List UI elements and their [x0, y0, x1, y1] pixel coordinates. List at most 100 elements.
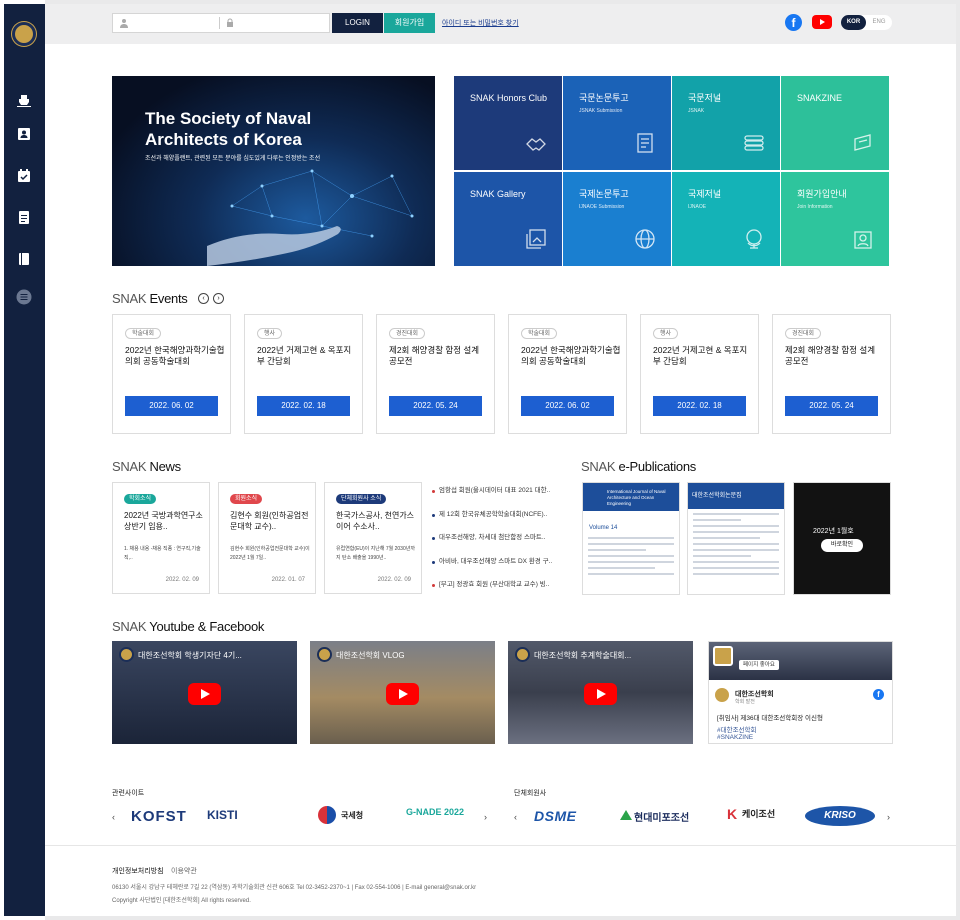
- tile-honors-club[interactable]: SNAK Honors Club: [454, 76, 562, 170]
- event-title: 2022년 한국해양과학기술협의회 공동학술대회: [125, 345, 225, 366]
- fb-hashtag[interactable]: #대한조선학회: [717, 724, 757, 734]
- books-icon: [744, 135, 764, 151]
- video-thumbnail[interactable]: 대한조선학회 추계학술대회...: [508, 641, 693, 744]
- tile-intl-journal[interactable]: 국제저널 IJNAOE: [672, 172, 780, 266]
- event-date-button[interactable]: 2022. 02. 18: [257, 396, 350, 416]
- gnade-logo[interactable]: G-NADE 2022: [406, 807, 464, 817]
- id-card-icon: [854, 231, 872, 249]
- events-prev-button[interactable]: ‹: [198, 293, 209, 304]
- event-badge: 학술대회: [125, 328, 162, 339]
- menu-icon[interactable]: [16, 289, 32, 305]
- book-icon[interactable]: [16, 251, 32, 267]
- find-account-link[interactable]: 아이디 또는 비밀번호 찾기: [442, 18, 519, 28]
- input-separator: [219, 17, 220, 29]
- ijnaoe-cover[interactable]: International Journal of Naval Architect…: [582, 482, 680, 595]
- news-card[interactable]: 학회소식 2022년 국방과학연구소 상반기 임용.. 1. 채용 내용 -채용…: [112, 482, 210, 594]
- event-card[interactable]: 학술대회 2022년 한국해양과학기술협의회 공동학술대회 2022. 06. …: [112, 314, 231, 434]
- news-list-item[interactable]: 엄항섭 회원(울시데이터 대표 2021 대한..: [432, 484, 567, 508]
- members-prev-icon[interactable]: ‹: [514, 812, 517, 822]
- event-date-button[interactable]: 2022. 05. 24: [785, 396, 878, 416]
- calendar-check-icon[interactable]: [16, 168, 32, 184]
- dsme-logo[interactable]: DSME: [534, 808, 576, 824]
- kriso-logo[interactable]: KRISO: [805, 806, 875, 826]
- globe-icon: [635, 229, 655, 249]
- tile-subtitle: JSNAK Submission: [579, 108, 623, 114]
- news-list-item[interactable]: [부고] 정광효 회원 (부산대학교 교수) 빙..: [432, 578, 567, 602]
- events-next-button[interactable]: ›: [213, 293, 224, 304]
- news-card[interactable]: 단체회원사 소식 한국가스공사, 천연가스 이어 수소사.. 유럽연합(EU)이…: [324, 482, 422, 594]
- k-shipbuilding-logo[interactable]: 케이조선: [742, 807, 775, 820]
- news-list-item[interactable]: 아비바, 대우조선해양 스마트 DX 환경 구..: [432, 555, 567, 579]
- facebook-icon[interactable]: f: [873, 689, 884, 700]
- facebook-icon[interactable]: f: [785, 14, 802, 31]
- youtube-icon[interactable]: [812, 15, 832, 29]
- event-date-button[interactable]: 2022. 05. 24: [389, 396, 482, 416]
- language-toggle[interactable]: KOR ENG: [841, 15, 892, 30]
- event-date-button[interactable]: 2022. 02. 18: [653, 396, 746, 416]
- fb-hashtag[interactable]: #SNAKZINE: [717, 734, 753, 741]
- play-button-icon[interactable]: [584, 683, 617, 705]
- related-prev-icon[interactable]: ‹: [112, 812, 115, 822]
- facebook-widget[interactable]: 페이지 좋아요 대한조선학회 학회 발전 f [취임사] 제36대 대한조선학회…: [708, 641, 893, 744]
- snakzine-cover[interactable]: 2022년 1월호 바로확인: [793, 482, 891, 595]
- user-icon: [120, 19, 128, 28]
- news-badge: 회원소식: [230, 494, 263, 504]
- play-button-icon[interactable]: [386, 683, 419, 705]
- tile-kor-submission[interactable]: 국문논문투고 JSNAK Submission: [563, 76, 671, 170]
- news-card[interactable]: 회원소식 김현수 회원(인하공업전문대학 교수).. 김현수 회원(인하공업전문…: [218, 482, 316, 594]
- play-button-icon[interactable]: [188, 683, 221, 705]
- top-bar: LOGIN 회원가입 아이디 또는 비밀번호 찾기 f KOR ENG: [45, 4, 956, 44]
- related-next-icon[interactable]: ›: [484, 812, 487, 822]
- pub-issue-date: 2022년 1월호: [813, 528, 854, 535]
- ship-icon[interactable]: [16, 92, 32, 108]
- event-date-button[interactable]: 2022. 06. 02: [125, 396, 218, 416]
- tile-snakzine[interactable]: SNAKZINE: [781, 76, 889, 170]
- news-desc: 1. 채용 내용 -채용 직종 : 연구직,기술직,..: [124, 546, 201, 561]
- lang-eng[interactable]: ENG: [869, 15, 889, 30]
- kisti-logo[interactable]: KISTI: [207, 808, 238, 822]
- news-section-title: SNAK News: [112, 459, 181, 474]
- event-card[interactable]: 경진대회 제2회 해양경찰 함정 설계 공모전 2022. 05. 24: [376, 314, 495, 434]
- join-button[interactable]: 회원가입: [384, 13, 435, 33]
- hyundai-mipo-logo[interactable]: 현대미포조선: [634, 809, 689, 824]
- event-title: 2022년 거제고현 & 옥포지부 간담회: [257, 345, 352, 366]
- video-thumbnail[interactable]: 대한조선학회 VLOG: [310, 641, 495, 744]
- news-list-item[interactable]: 대우조선해양, 차세대 첨단함정 스마트..: [432, 531, 567, 555]
- tile-title: 국문논문투고: [579, 93, 629, 103]
- login-button[interactable]: LOGIN: [332, 13, 383, 33]
- tile-gallery[interactable]: SNAK Gallery: [454, 172, 562, 266]
- pub-header: International Journal of Naval Architect…: [583, 483, 679, 511]
- tile-kor-journal[interactable]: 국문저널 JSNAK: [672, 76, 780, 170]
- tile-subtitle: IJNAOE Submission: [579, 204, 625, 210]
- channel-avatar: [119, 647, 134, 662]
- video-thumbnail[interactable]: 대한조선학회 학생기자단 4기...: [112, 641, 297, 744]
- hero-banner[interactable]: The Society of Naval Architects of Korea…: [112, 76, 435, 266]
- title-prefix: SNAK: [112, 291, 147, 306]
- clipboard-icon[interactable]: [16, 209, 32, 225]
- event-card[interactable]: 경진대회 제2회 해양경찰 함정 설계 공모전 2022. 05. 24: [772, 314, 891, 434]
- members-next-icon[interactable]: ›: [887, 812, 890, 822]
- terms-link[interactable]: 이용약관: [171, 866, 197, 876]
- tile-join-info[interactable]: 회원가입안내 Join Information: [781, 172, 889, 266]
- event-date-button[interactable]: 2022. 06. 02: [521, 396, 614, 416]
- news-list-item[interactable]: 제 12회 한국유체공학학술대회(NCFE)..: [432, 508, 567, 532]
- nts-logo[interactable]: 국세청: [341, 810, 363, 821]
- event-card[interactable]: 학술대회 2022년 한국해양과학기술협의회 공동학술대회 2022. 06. …: [508, 314, 627, 434]
- main-content: LOGIN 회원가입 아이디 또는 비밀번호 찾기 f KOR ENG The …: [45, 4, 956, 916]
- contact-card-icon[interactable]: [16, 126, 32, 142]
- video-title: 대한조선학회 학생기자단 4기...: [138, 651, 242, 660]
- tile-intl-submission[interactable]: 국제논문투고 IJNAOE Submission: [563, 172, 671, 266]
- pub-view-button[interactable]: 바로확인: [821, 539, 863, 552]
- privacy-policy-link[interactable]: 개인정보처리방침: [112, 866, 164, 876]
- event-card[interactable]: 행사 2022년 거제고현 & 옥포지부 간담회 2022. 02. 18: [640, 314, 759, 434]
- society-logo[interactable]: [12, 22, 36, 46]
- login-form[interactable]: [112, 13, 330, 33]
- pub-volume: Volume 14: [589, 525, 618, 531]
- lang-kor[interactable]: KOR: [841, 15, 866, 30]
- event-card[interactable]: 행사 2022년 거제고현 & 옥포지부 간담회 2022. 02. 18: [244, 314, 363, 434]
- kofst-logo[interactable]: KOFST: [131, 808, 187, 825]
- event-title: 제2회 해양경찰 함정 설계 공모전: [389, 345, 480, 366]
- nts-emblem-icon: [318, 806, 336, 824]
- fb-like-button[interactable]: 페이지 좋아요: [739, 660, 779, 670]
- jsnak-cover[interactable]: 대한조선학회논문집: [687, 482, 785, 595]
